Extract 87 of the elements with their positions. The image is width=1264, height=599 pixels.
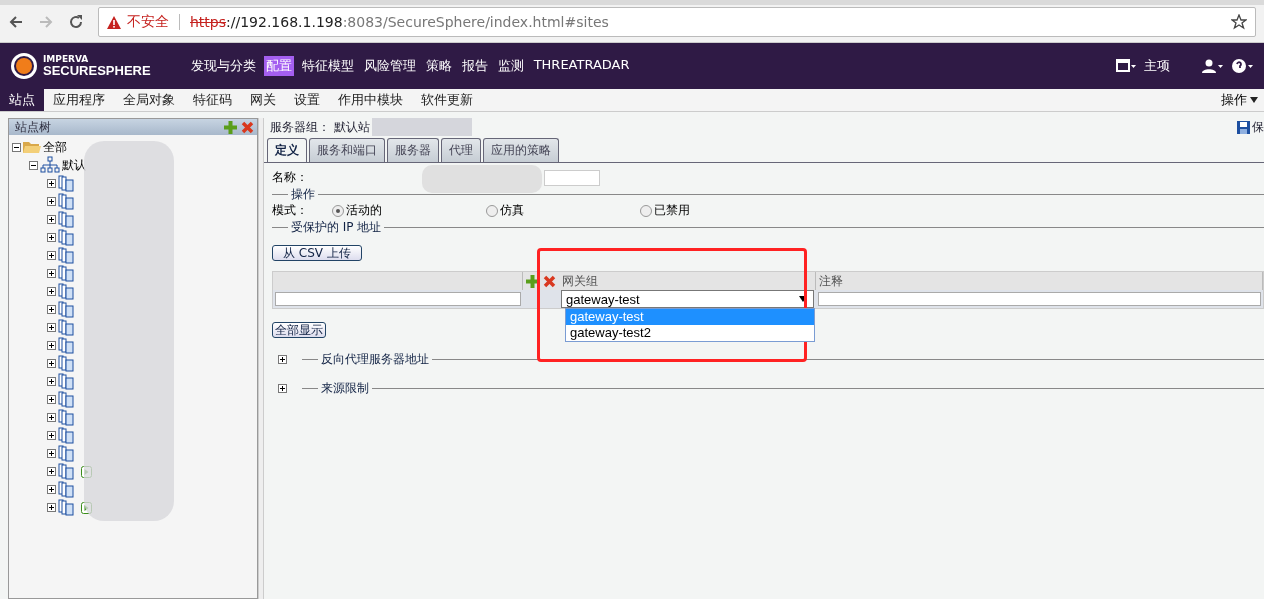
expand-toggle[interactable] (47, 502, 56, 512)
content-tab[interactable]: 服务器 (387, 138, 439, 162)
user-icon[interactable] (1202, 59, 1224, 73)
section-title: 操作 (291, 185, 315, 203)
delete-icon[interactable] (241, 120, 255, 134)
content-tab[interactable]: 服务和端口 (309, 138, 385, 162)
sub-tab[interactable]: 软件更新 (412, 89, 482, 111)
address-bar[interactable]: 不安全 https://192.168.1.198:8083/SecureSphere/index.html#sites (98, 7, 1256, 37)
collapse-toggle[interactable] (29, 160, 38, 170)
expand-toggle[interactable] (278, 383, 287, 393)
content-tab[interactable]: 应用的策略 (483, 138, 559, 162)
product-name: SECURESPHERE (43, 64, 151, 77)
panel-title: 站点树 (15, 118, 51, 136)
expand-toggle[interactable] (47, 340, 56, 350)
nav-tab[interactable]: 发现与分类 (188, 56, 258, 76)
folder-icon (23, 140, 41, 154)
expand-toggle[interactable] (47, 250, 56, 260)
delete-icon[interactable] (543, 274, 556, 288)
expand-toggle[interactable] (47, 178, 56, 188)
home-link[interactable]: 主项 (1144, 57, 1170, 75)
section-title: 受保护的 IP 地址 (291, 218, 382, 236)
sub-tab[interactable]: 应用程序 (44, 89, 114, 111)
sub-tab[interactable]: 作用中模块 (329, 89, 412, 111)
field-label: 名称： (272, 169, 308, 186)
window-icon[interactable] (1116, 59, 1136, 73)
back-icon[interactable] (8, 14, 24, 30)
expand-toggle[interactable] (47, 466, 56, 476)
mode-radio[interactable]: 已禁用 (640, 202, 795, 219)
mode-radio[interactable]: 活动的 (332, 202, 486, 219)
dropdown-option[interactable]: gateway-test2 (566, 325, 814, 341)
expand-toggle[interactable] (47, 286, 56, 296)
expand-toggle[interactable] (47, 232, 56, 242)
expand-toggle[interactable] (47, 268, 56, 278)
url-text: https://192.168.1.198:8083/SecureSphere/index.html#sites (190, 14, 610, 30)
star-icon[interactable] (1231, 14, 1247, 30)
warning-icon (107, 15, 121, 29)
nav-tab[interactable]: 策略 (423, 56, 454, 76)
tree-item[interactable]: 全部 (43, 138, 67, 156)
expand-toggle[interactable] (47, 304, 56, 314)
gateway-select[interactable]: gateway-test (561, 290, 814, 308)
nav-tab[interactable]: 风险管理 (361, 56, 418, 76)
actions-menu[interactable]: 操作 (1215, 89, 1264, 111)
content-tab[interactable]: 代理 (441, 138, 481, 162)
expand-toggle[interactable] (47, 484, 56, 494)
nav-tab[interactable]: 报告 (459, 56, 490, 76)
expand-toggle[interactable] (47, 196, 56, 206)
breadcrumb: 服务器组： 默认站 (270, 118, 370, 136)
section-title: 来源限制 (321, 379, 369, 397)
nav-tab[interactable]: THREATRADAR (531, 56, 632, 76)
expand-toggle[interactable] (47, 394, 56, 404)
comment-field[interactable] (818, 291, 1261, 306)
sub-tab[interactable]: 全局对象 (114, 89, 184, 111)
security-label: 不安全 (127, 13, 169, 31)
mode-radio[interactable]: 仿真 (486, 202, 640, 219)
sub-tab[interactable]: 设置 (285, 89, 329, 111)
logo-icon (10, 52, 38, 80)
ip-field[interactable] (275, 291, 521, 306)
sub-tab[interactable]: 站点 (0, 89, 44, 111)
hierarchy-icon (40, 156, 60, 174)
brand-name: IMPERVA (43, 55, 90, 64)
expand-toggle[interactable] (47, 358, 56, 368)
upload-button[interactable]: 从 CSV 上传 (272, 245, 362, 261)
expand-toggle[interactable] (47, 412, 56, 422)
nav-tab[interactable]: 特征模型 (299, 56, 356, 76)
save-button[interactable]: 保 (1237, 118, 1264, 136)
section-title: 反向代理服务器地址 (321, 350, 429, 368)
help-icon[interactable] (1232, 59, 1254, 73)
caret-icon (799, 296, 807, 302)
field-label: 模式： (272, 202, 309, 219)
nav-tab[interactable]: 监测 (495, 56, 526, 76)
show-all-button[interactable]: 全部显示 (272, 322, 326, 338)
expand-toggle[interactable] (278, 354, 287, 364)
add-icon[interactable] (526, 274, 539, 288)
expand-toggle[interactable] (47, 322, 56, 332)
reload-icon[interactable] (68, 14, 84, 30)
content-tab[interactable]: 定义 (267, 138, 307, 162)
nav-tab[interactable]: 配置 (263, 56, 294, 76)
expand-toggle[interactable] (47, 214, 56, 224)
expand-toggle[interactable] (47, 430, 56, 440)
caret-icon (1250, 97, 1258, 103)
expand-toggle[interactable] (47, 448, 56, 458)
collapse-toggle[interactable] (12, 142, 21, 152)
name-field[interactable] (544, 169, 600, 186)
sub-tab[interactable]: 网关 (241, 89, 285, 111)
expand-toggle[interactable] (47, 376, 56, 386)
tree-item[interactable]: 默认 (62, 156, 86, 174)
sub-tab[interactable]: 特征码 (184, 89, 241, 111)
